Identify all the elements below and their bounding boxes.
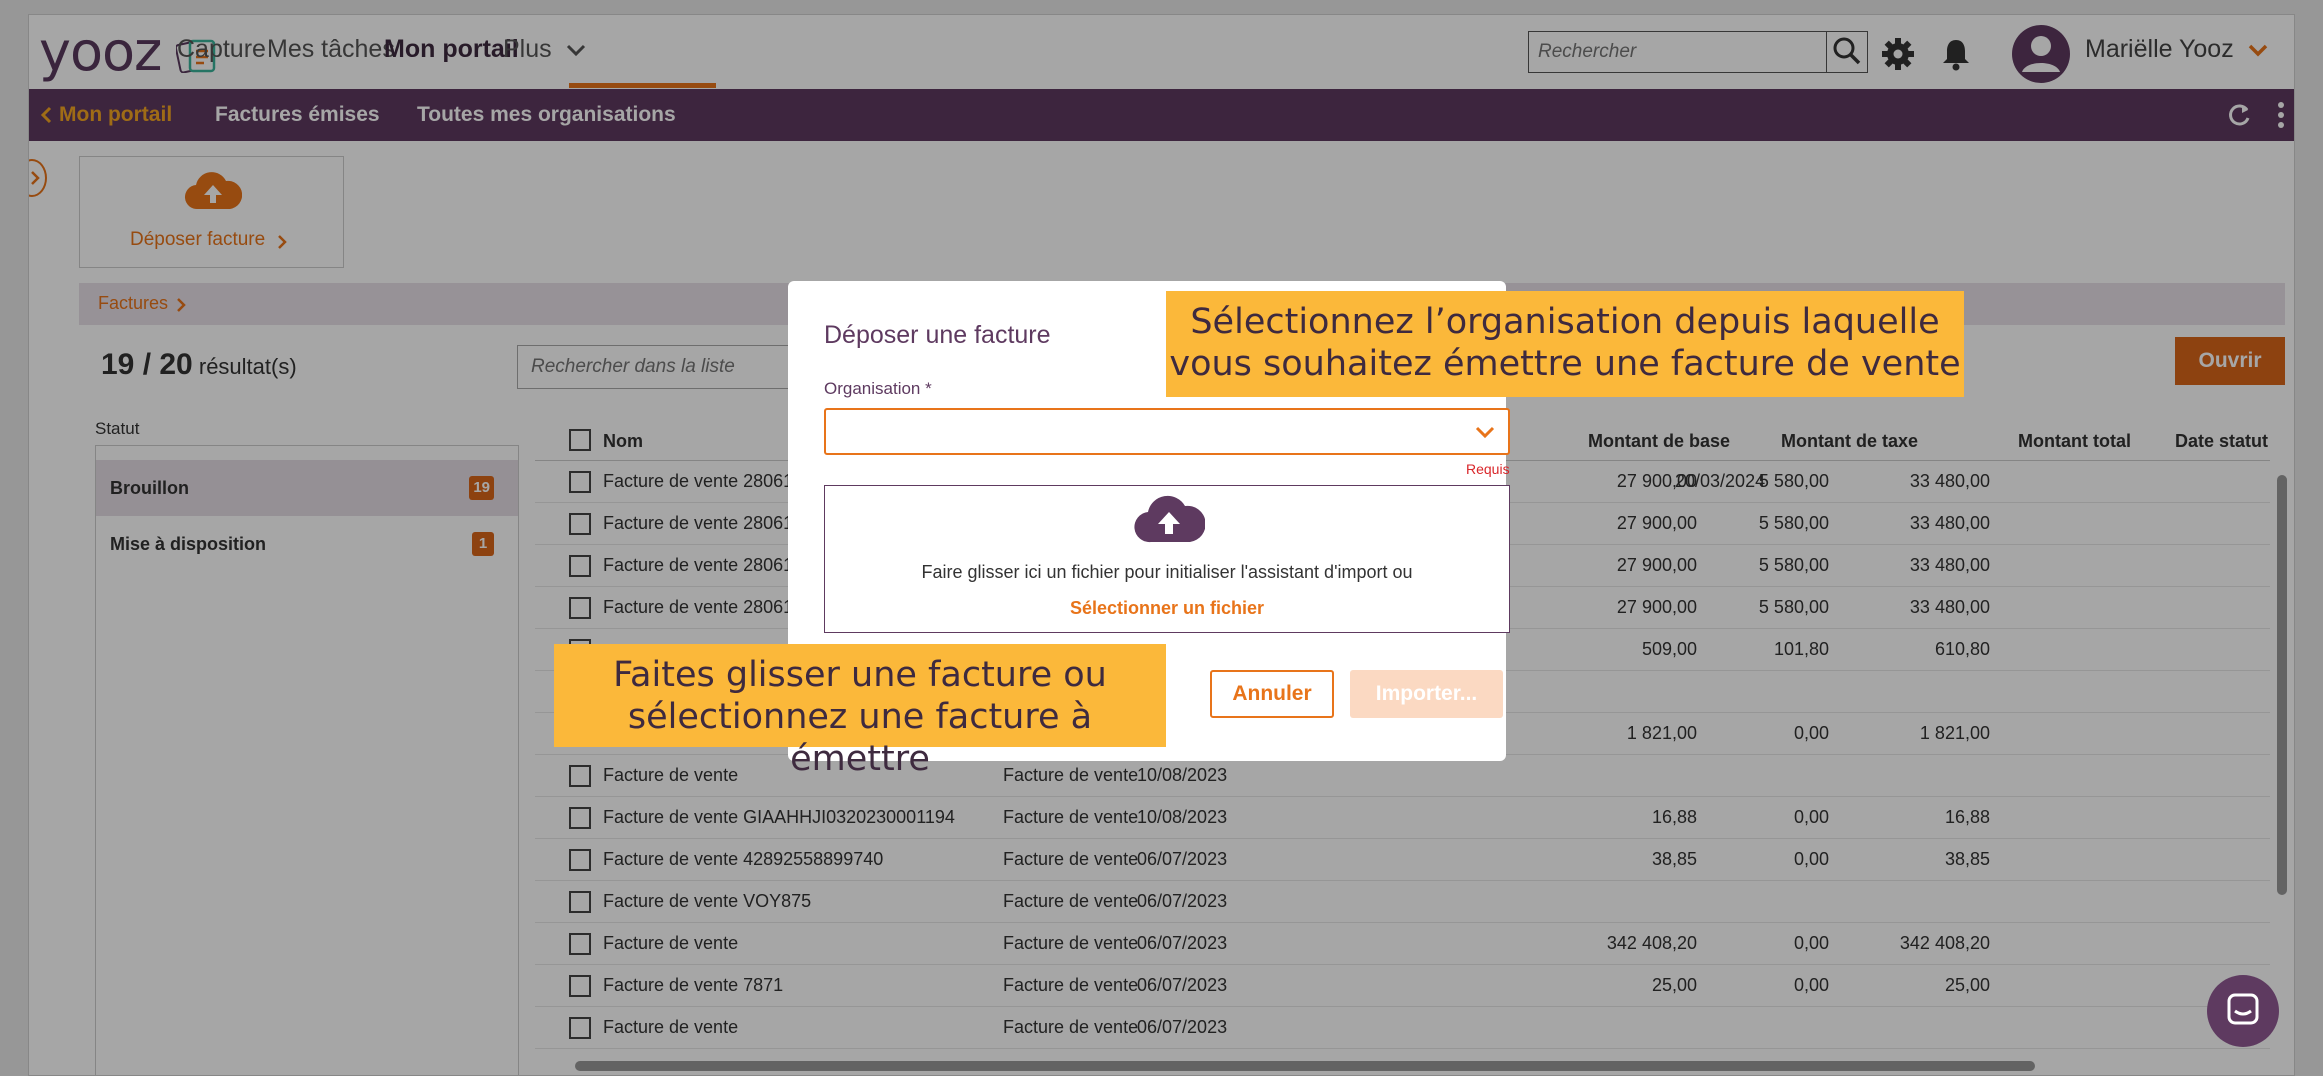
tooltip-dropzone: Faites glisser une facture ou sélectionn…	[554, 644, 1166, 779]
tooltip-organisation: Sélectionnez l’organisation depuis laque…	[1166, 291, 1964, 397]
tooltip-line: vous souhaitez émettre une facture de ve…	[1169, 344, 1961, 384]
select-file-link[interactable]: Sélectionner un fichier	[825, 598, 1509, 619]
file-dropzone[interactable]: Faire glisser ici un fichier pour initia…	[824, 485, 1510, 633]
chat-launcher-button[interactable]	[2207, 975, 2279, 1047]
cancel-button[interactable]: Annuler	[1210, 670, 1334, 718]
cloud-upload-icon	[1134, 495, 1205, 543]
import-button[interactable]: Importer...	[1350, 670, 1503, 718]
dialog-title: Déposer une facture	[824, 321, 1051, 349]
tooltip-line: Faites glisser une facture ou	[613, 655, 1107, 695]
tooltip-line: sélectionnez une facture à émettre	[627, 697, 1093, 779]
dropzone-text: Faire glisser ici un fichier pour initia…	[921, 562, 1413, 582]
organisation-select[interactable]	[824, 408, 1510, 455]
required-hint: Requis	[1466, 461, 1510, 477]
organisation-label: Organisation *	[824, 379, 932, 398]
chevron-down-icon	[1475, 426, 1495, 439]
tooltip-line: Sélectionnez l’organisation depuis laque…	[1190, 302, 1940, 342]
chat-icon	[2227, 993, 2259, 1025]
